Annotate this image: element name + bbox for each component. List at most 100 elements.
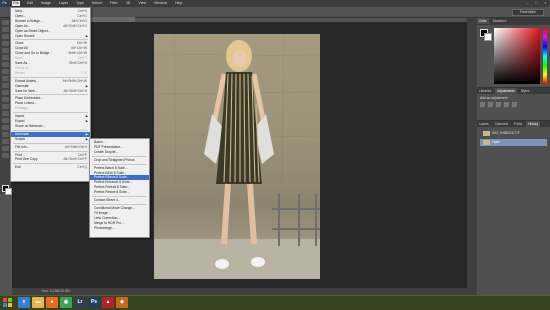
windows-start-icon[interactable] — [3, 298, 12, 307]
tab-adjustments[interactable]: Adjustments — [495, 88, 517, 94]
exposure-icon[interactable] — [504, 102, 509, 107]
color-picker-field[interactable] — [494, 28, 540, 84]
menu-item-open-recent[interactable]: Open Recent ▶ — [11, 34, 90, 39]
menu-3d[interactable]: 3D — [125, 1, 132, 6]
lasso-tool-icon[interactable] — [2, 34, 9, 39]
taskbar-app-orange-icon[interactable]: ◆ — [116, 297, 128, 308]
tab-styles[interactable]: Styles — [519, 88, 532, 94]
menu-item-label: Scripts — [15, 136, 26, 141]
menu-view[interactable]: View — [137, 1, 147, 6]
layer-row[interactable]: Open — [480, 139, 547, 146]
tab-paths[interactable]: Paths — [512, 121, 524, 127]
menu-separator — [92, 163, 147, 165]
eraser-tool-icon[interactable] — [2, 90, 9, 95]
taskbar: e ▬ ● ◉ Lr Ps ▲ ◆ — [0, 295, 550, 310]
tab-layers[interactable]: Layers — [477, 121, 491, 127]
vibrance-icon[interactable] — [512, 102, 517, 107]
menu-image[interactable]: Image — [40, 1, 52, 6]
menu-help[interactable]: Help — [174, 1, 183, 6]
taskbar-lightroom-icon[interactable]: Lr — [74, 297, 86, 308]
menu-item-label: Create Droplet... — [94, 149, 119, 154]
taskbar-ie-icon[interactable]: e — [18, 297, 30, 308]
workspace-switcher[interactable]: Essentials — [512, 9, 544, 16]
menu-item-save-for-web[interactable]: Save for Web... Alt+Shift+Ctrl+S — [11, 89, 90, 94]
eyedropper-tool-icon[interactable] — [2, 55, 9, 60]
dodge-tool-icon[interactable] — [2, 111, 9, 116]
menu-item-file-info[interactable]: File Info... Alt+Shift+Ctrl+I — [11, 145, 90, 150]
tab-libraries[interactable]: Libraries — [477, 88, 493, 94]
quick-select-tool-icon[interactable] — [2, 41, 9, 46]
submenu-arrow-icon: ▶ — [85, 136, 88, 141]
color-bg-chip[interactable] — [484, 33, 492, 41]
healing-tool-icon[interactable] — [2, 62, 9, 67]
menu-item-print-one-copy[interactable]: Print One Copy Alt+Shift+Ctrl+P — [11, 157, 90, 162]
background-color-swatch[interactable] — [5, 188, 12, 195]
taskbar-firefox-icon[interactable]: ● — [46, 297, 58, 308]
layer-name: IMG_9988BKS.TIF — [492, 131, 520, 135]
menu-item-label: Share on Behance... — [15, 123, 46, 128]
menu-item-label: Revert — [15, 70, 25, 75]
blur-tool-icon[interactable] — [2, 104, 9, 109]
brightness-icon[interactable] — [480, 102, 485, 107]
menu-type[interactable]: Type — [75, 1, 85, 6]
tab-history[interactable]: History — [526, 121, 541, 127]
type-tool-icon[interactable] — [2, 125, 9, 130]
taskbar-photoshop-icon[interactable]: Ps — [88, 297, 100, 308]
menu-item-exit[interactable]: Exit Ctrl+Q — [11, 165, 90, 170]
shape-tool-icon[interactable] — [2, 139, 9, 144]
marquee-tool-icon[interactable] — [2, 27, 9, 32]
photo-canvas[interactable] — [154, 34, 320, 279]
menu-window[interactable]: Window — [153, 1, 168, 6]
path-select-tool-icon[interactable] — [2, 132, 9, 137]
pen-tool-icon[interactable] — [2, 118, 9, 123]
curves-icon[interactable] — [496, 102, 501, 107]
menu-separator — [92, 196, 147, 197]
menu-item-perfect-resize-8-suite[interactable]: Perfect Resize 8 Suite... — [90, 190, 149, 195]
menu-item-scripts[interactable]: Scripts ▶ — [11, 137, 90, 142]
menu-separator — [92, 155, 147, 157]
history-brush-tool-icon[interactable] — [2, 83, 9, 88]
menu-layer[interactable]: Layer — [58, 1, 69, 6]
zoom-tool-icon[interactable] — [2, 153, 9, 158]
menu-item-shortcut: Ctrl+Q — [77, 165, 87, 170]
taskbar-app-red-icon[interactable]: ▲ — [102, 297, 114, 308]
menu-item-contact-sheet-ii[interactable]: Contact Sheet II... — [90, 198, 149, 203]
menu-item-share-on-behance[interactable]: Share on Behance... — [11, 124, 90, 129]
taskbar-explorer-icon[interactable]: ▬ — [32, 297, 44, 308]
levels-icon[interactable] — [488, 102, 493, 107]
hue-slider[interactable] — [543, 28, 547, 84]
menu-item-label: Print One Copy — [15, 157, 38, 162]
layer-row[interactable]: IMG_9988BKS.TIF — [480, 130, 547, 137]
menu-item-label: Package... — [15, 106, 31, 111]
menu-select[interactable]: Select — [91, 1, 103, 6]
menu-items: File Edit Image Layer Type Select Filter 3D View… — [12, 1, 183, 6]
hand-tool-icon[interactable] — [2, 146, 9, 151]
tab-swatches[interactable]: Swatches — [491, 18, 509, 24]
layer-thumbnail — [483, 140, 490, 145]
adjustments-panel: Libraries Adjustments Styles Add an adjust… — [477, 87, 550, 121]
maximize-icon[interactable]: □ — [534, 1, 539, 5]
collapsed-panel-strip — [467, 18, 477, 295]
status-bar: Doc: 10.5M/10.5M — [12, 288, 467, 295]
tab-channels[interactable]: Channels — [493, 121, 510, 127]
menu-item-shortcut: Alt+Shift+Ctrl+I — [64, 144, 87, 149]
close-icon[interactable]: × — [543, 1, 548, 5]
brush-tool-icon[interactable] — [2, 69, 9, 74]
taskbar-chrome-icon[interactable]: ◉ — [60, 297, 72, 308]
menu-item-photomerge[interactable]: Photomerge... — [90, 226, 149, 231]
minimize-icon[interactable]: – — [525, 1, 530, 5]
clone-stamp-tool-icon[interactable] — [2, 76, 9, 81]
crop-tool-icon[interactable] — [2, 48, 9, 53]
menu-item-revert: Revert F12 — [11, 71, 90, 76]
submenu-arrow-icon: ▶ — [85, 33, 88, 38]
menu-item-package: Package... — [11, 106, 90, 111]
menu-file[interactable]: File — [12, 1, 20, 6]
move-tool-icon[interactable] — [2, 20, 9, 25]
color-panel — [477, 25, 550, 87]
menu-item-create-droplet[interactable]: Create Droplet... — [90, 150, 149, 155]
menu-filter[interactable]: Filter — [109, 1, 119, 6]
menu-edit[interactable]: Edit — [26, 1, 34, 6]
tab-color[interactable]: Color — [477, 18, 489, 24]
gradient-tool-icon[interactable] — [2, 97, 9, 102]
menu-item-crop-and-straighten-photos[interactable]: Crop and Straighten Photos — [90, 158, 149, 163]
